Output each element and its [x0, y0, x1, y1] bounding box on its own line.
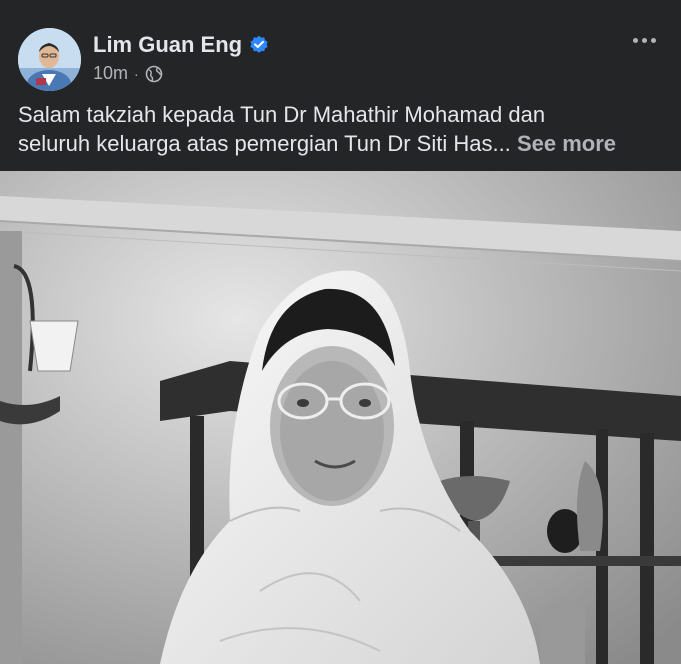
author-name[interactable]: Lim Guan Eng [93, 32, 242, 58]
author-line: Lim Guan Eng [93, 32, 269, 58]
post-text-line-2-content: seluruh keluarga atas pemergian Tun Dr S… [18, 131, 511, 156]
post-text-line-1: Salam takziah kepada Tun Dr Mahathir Moh… [18, 102, 546, 127]
post-text-line-2: seluruh keluarga atas pemergian Tun Dr S… [18, 129, 668, 158]
post-photo[interactable] [0, 171, 681, 664]
post-text: Salam takziah kepada Tun Dr Mahathir Moh… [18, 100, 668, 158]
meta-separator: · [134, 65, 139, 82]
post-meta: 10m · [93, 63, 163, 84]
author-avatar[interactable] [18, 28, 81, 91]
see-more-link[interactable]: See more [517, 131, 616, 156]
verified-badge-icon [250, 35, 268, 53]
post-timestamp[interactable]: 10m [93, 63, 128, 84]
globe-icon[interactable] [145, 65, 163, 83]
facebook-post: Lim Guan Eng 10m · Salam takziah kepada … [0, 0, 681, 664]
more-options-icon[interactable] [633, 34, 659, 46]
